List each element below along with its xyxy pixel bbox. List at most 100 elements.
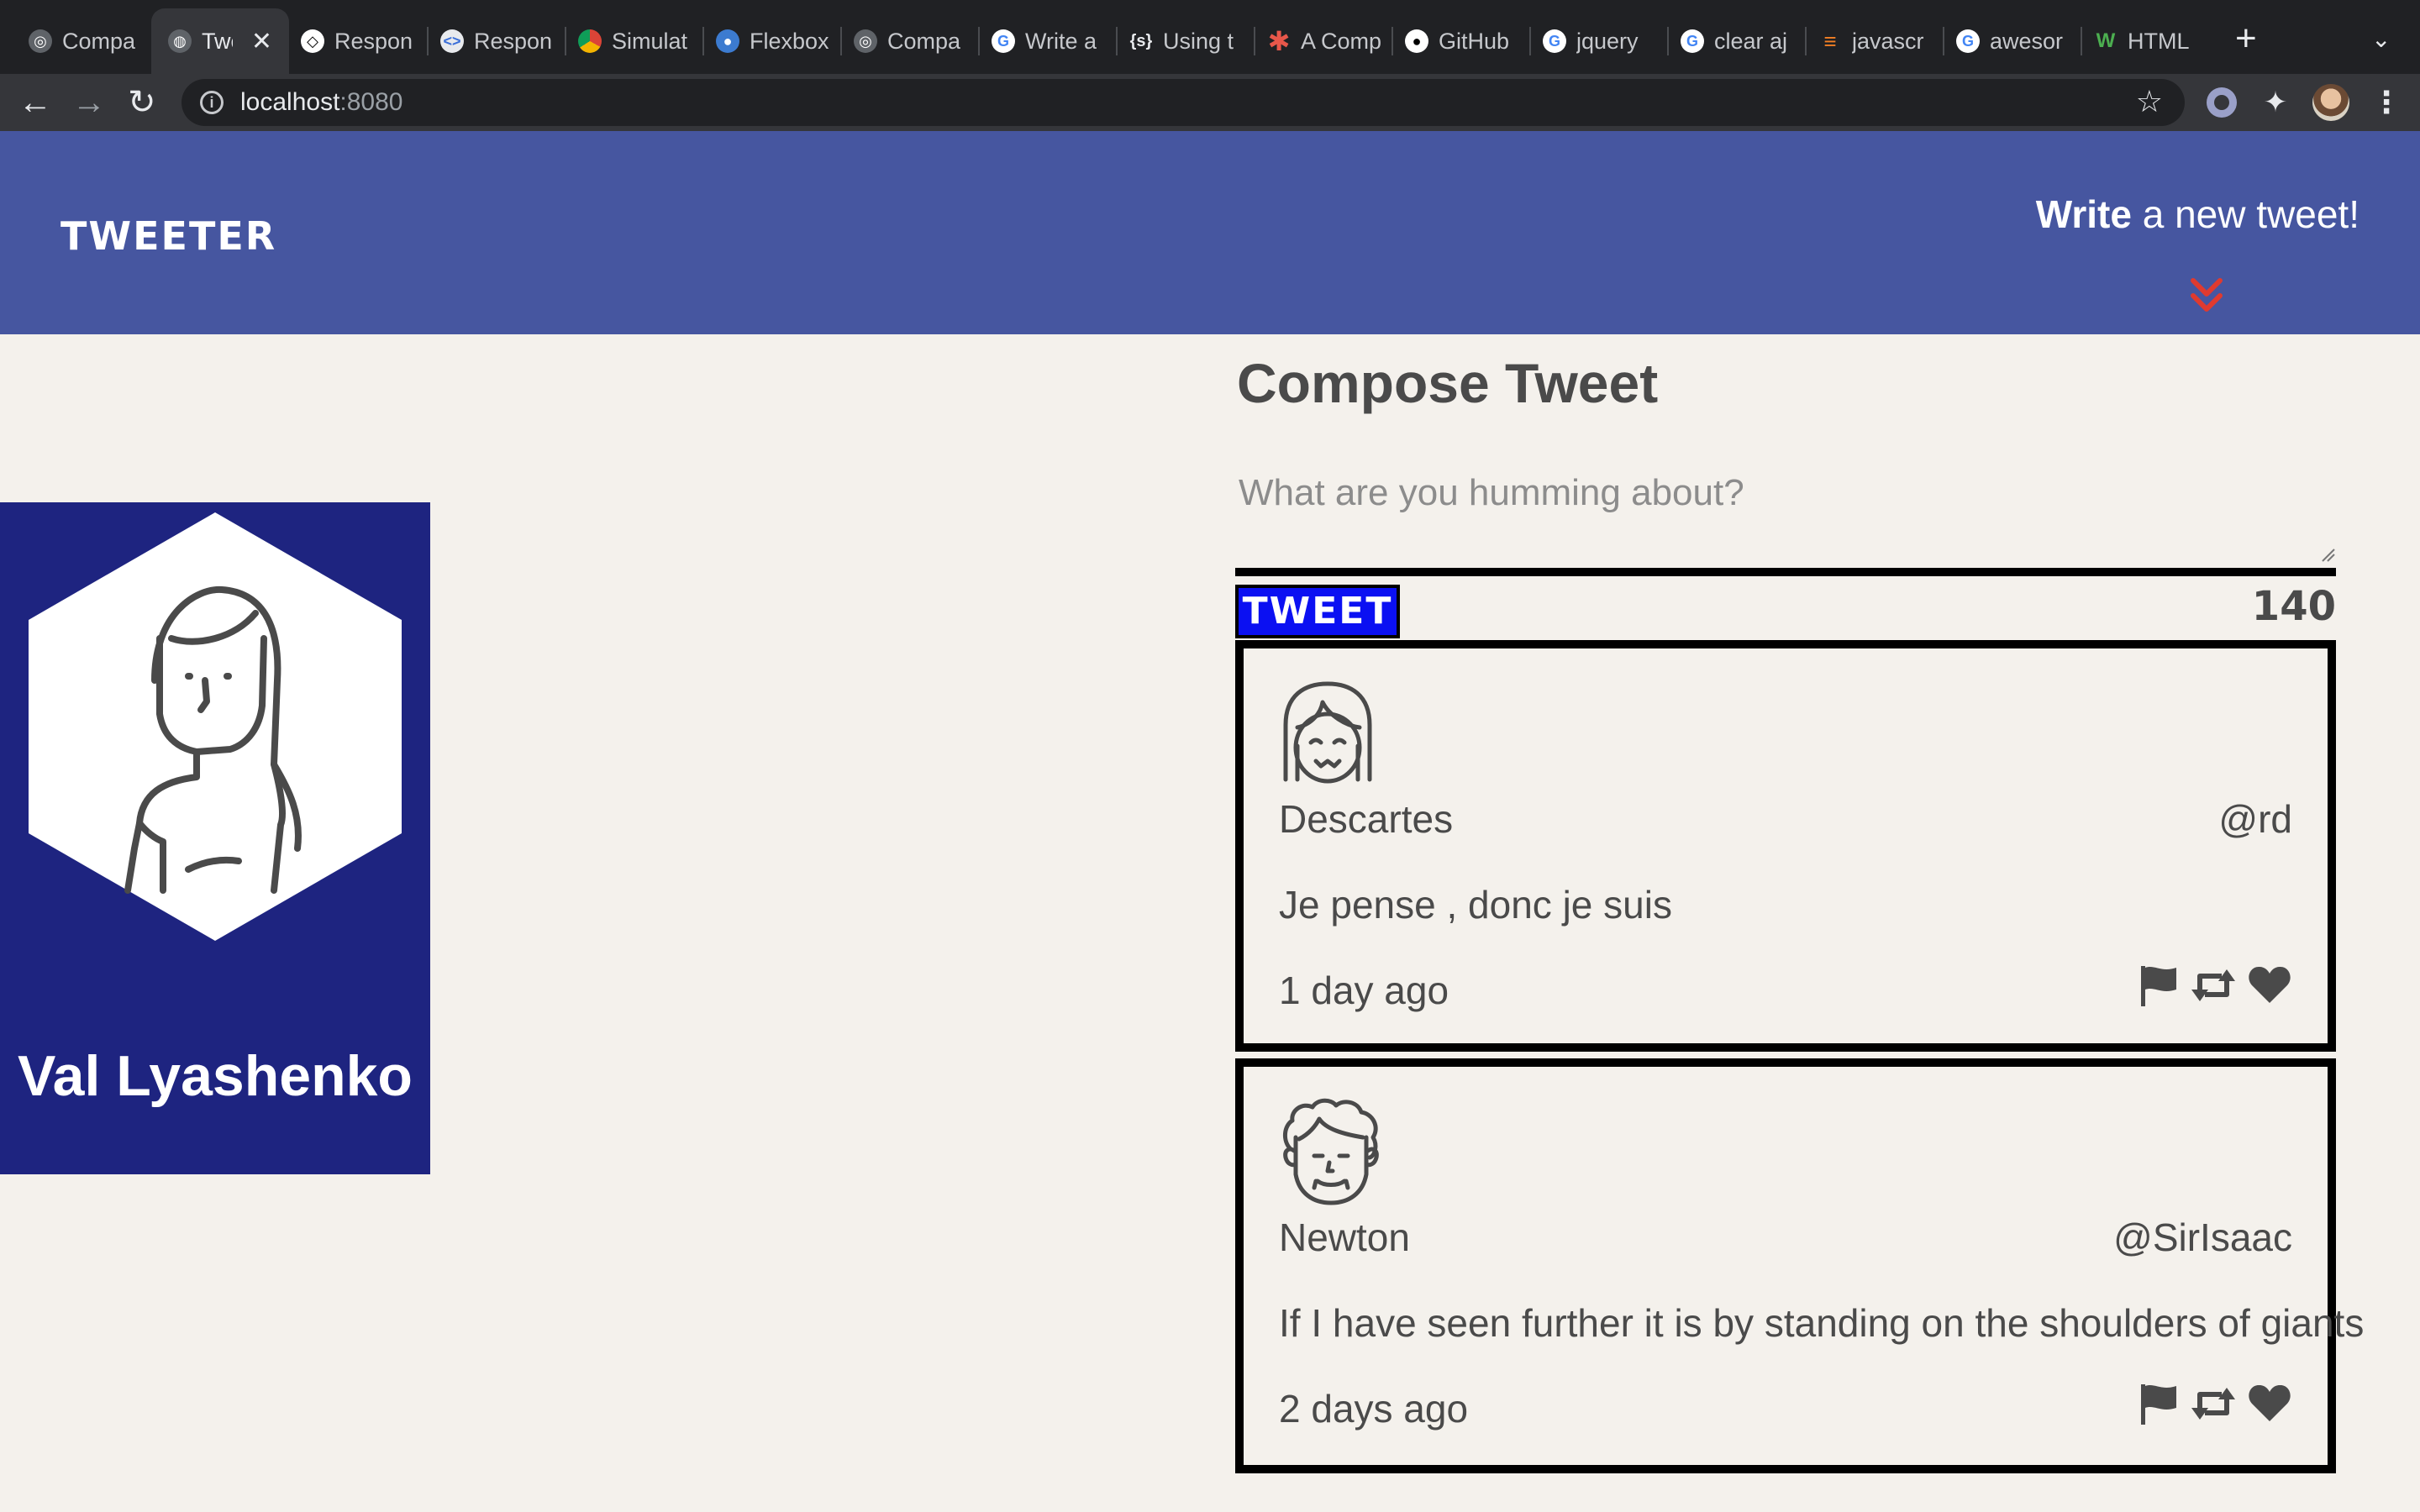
browser-tab[interactable]: G Write a: [992, 12, 1106, 71]
flag-icon[interactable]: [2138, 1383, 2180, 1425]
back-button[interactable]: ←: [18, 82, 52, 123]
compose-title: Compose Tweet: [1237, 352, 1659, 414]
flag-icon[interactable]: [2138, 964, 2180, 1006]
tweet-article: Descartes @rd Je pense , donc je suis 1 …: [1235, 640, 2336, 1052]
google-icon: G: [1681, 29, 1704, 53]
globe-icon: ◍: [168, 29, 192, 53]
browser-tab[interactable]: G awesor: [1956, 12, 2070, 71]
forward-button[interactable]: →: [72, 82, 106, 123]
tweet-date: 1 day ago: [1279, 969, 1449, 1012]
site-logo[interactable]: TWEETER: [60, 213, 276, 259]
browser-tab[interactable]: G jquery: [1543, 12, 1657, 71]
tab-separator: [1529, 27, 1531, 55]
puzzle-extensions-icon[interactable]: ✦: [2260, 87, 2291, 118]
url-host: localhost: [240, 88, 340, 116]
compose-divider: [1235, 568, 2336, 576]
tweet-author-handle: @SirIsaac: [2113, 1215, 2292, 1259]
browser-tab[interactable]: ≡ javascr: [1818, 12, 1933, 71]
w3schools-icon: W: [2096, 29, 2116, 52]
tab-separator: [1667, 27, 1669, 55]
profile-avatar-hexagon: [29, 512, 402, 941]
github-outline-icon: ◎: [854, 29, 877, 53]
tweet-textarea[interactable]: [1235, 462, 2343, 583]
tab-label: Compa: [62, 28, 136, 54]
browser-tab-strip: ◎ Compa ◍ Twe ✕ ◇ Respon <> Respon Simul…: [0, 0, 2420, 74]
site-info-icon[interactable]: i: [200, 91, 224, 114]
tweet-author-name: Newton: [1279, 1215, 1410, 1259]
tab-separator: [2081, 27, 2082, 55]
tweet-author-name: Descartes: [1279, 797, 1454, 841]
google-icon: G: [1543, 29, 1566, 53]
tab-label: Using t: [1163, 28, 1234, 54]
tab-separator: [1943, 27, 1944, 55]
extension-icon[interactable]: [2207, 87, 2237, 118]
google-icon: G: [1956, 29, 1980, 53]
retweet-icon[interactable]: [2190, 1383, 2237, 1425]
new-tab-button[interactable]: +: [2235, 20, 2257, 57]
browser-tab[interactable]: ✱ A Comp: [1267, 12, 1381, 71]
reload-button[interactable]: ↻: [128, 82, 156, 123]
stackoverflow-icon: ≡: [1823, 28, 1837, 54]
tab-label: Flexbox: [750, 28, 829, 54]
github-icon: ●: [1405, 29, 1428, 53]
browser-tab[interactable]: ◎ Compa: [854, 12, 968, 71]
tab-search-icon[interactable]: ⌄: [2371, 25, 2391, 53]
curly-hair-man-avatar-icon: [1283, 1098, 1379, 1205]
tab-separator: [1116, 27, 1118, 55]
browser-tab[interactable]: ◎ Compa: [29, 12, 138, 71]
url-port: :8080: [339, 88, 403, 116]
codepen-icon: ◇: [301, 29, 324, 53]
bookmark-star-icon[interactable]: ☆: [2136, 84, 2163, 119]
browser-tab[interactable]: W HTML: [2094, 12, 2208, 71]
tab-separator: [1254, 27, 1255, 55]
tweet-text: If I have seen further it is by standing…: [1279, 1301, 2365, 1345]
close-tab-icon[interactable]: ✕: [251, 27, 272, 56]
browser-tab[interactable]: Simulat: [578, 12, 692, 71]
girl-avatar-icon: [1283, 681, 1372, 784]
browser-tab[interactable]: <> Respon: [440, 12, 555, 71]
browser-tab[interactable]: {s} Using t: [1129, 12, 1244, 71]
write-rest: a new tweet!: [2131, 192, 2360, 236]
browser-tab[interactable]: G clear aj: [1681, 12, 1795, 71]
tweet-date: 2 days ago: [1279, 1387, 1469, 1431]
profile-name: Val Lyashenko: [18, 1044, 413, 1108]
tab-separator: [1392, 27, 1393, 55]
asterisk-icon: ✱: [1267, 26, 1291, 56]
write-tweet-link[interactable]: Write a new tweet!: [2036, 192, 2360, 237]
resize-handle-icon[interactable]: [2321, 548, 2336, 563]
tab-label: GitHub: [1439, 28, 1510, 54]
browser-tab[interactable]: ● GitHub: [1405, 12, 1519, 71]
tweet-actions: [2138, 964, 2292, 1006]
write-bold: Write: [2035, 192, 2132, 236]
browser-tab[interactable]: ◇ Respon: [301, 12, 415, 71]
google-icon: G: [992, 29, 1015, 53]
double-chevron-down-icon[interactable]: [2188, 276, 2225, 316]
browser-menu-icon[interactable]: ⋮: [2371, 87, 2402, 118]
code-icon: <>: [440, 29, 464, 53]
profile-avatar[interactable]: [2312, 84, 2349, 121]
tab-separator: [1805, 27, 1807, 55]
retweet-icon[interactable]: [2190, 964, 2237, 1006]
heart-icon[interactable]: [2247, 1383, 2292, 1425]
github-outline-icon: ◎: [29, 29, 52, 53]
tab-label: A Comp: [1301, 28, 1381, 54]
character-counter: 140: [2251, 583, 2336, 630]
tab-label: Respon: [474, 28, 553, 54]
heart-icon[interactable]: [2247, 964, 2292, 1006]
tab-label: javascr: [1852, 28, 1924, 54]
address-url: localhost:8080: [240, 88, 402, 117]
address-bar[interactable]: i localhost:8080 ☆: [182, 79, 2185, 126]
tab-label: Respon: [334, 28, 413, 54]
tweet-article: Newton @SirIsaac If I have seen further …: [1235, 1058, 2364, 1473]
tab-separator: [565, 27, 566, 55]
tweet-submit-button[interactable]: TWEET: [1235, 585, 1400, 638]
browser-tab[interactable]: ● Flexbox: [716, 12, 830, 71]
tab-label: Write a: [1025, 28, 1097, 54]
browser-tab-active[interactable]: ◍ Twe ✕: [151, 8, 289, 74]
profile-card: Val Lyashenko: [0, 502, 430, 1174]
tab-label: Twe: [202, 28, 233, 54]
tab-label: awesor: [1990, 28, 2064, 54]
tab-label: HTML: [2128, 28, 2190, 54]
tweet-actions: [2138, 1383, 2292, 1425]
tab-separator: [702, 27, 704, 55]
